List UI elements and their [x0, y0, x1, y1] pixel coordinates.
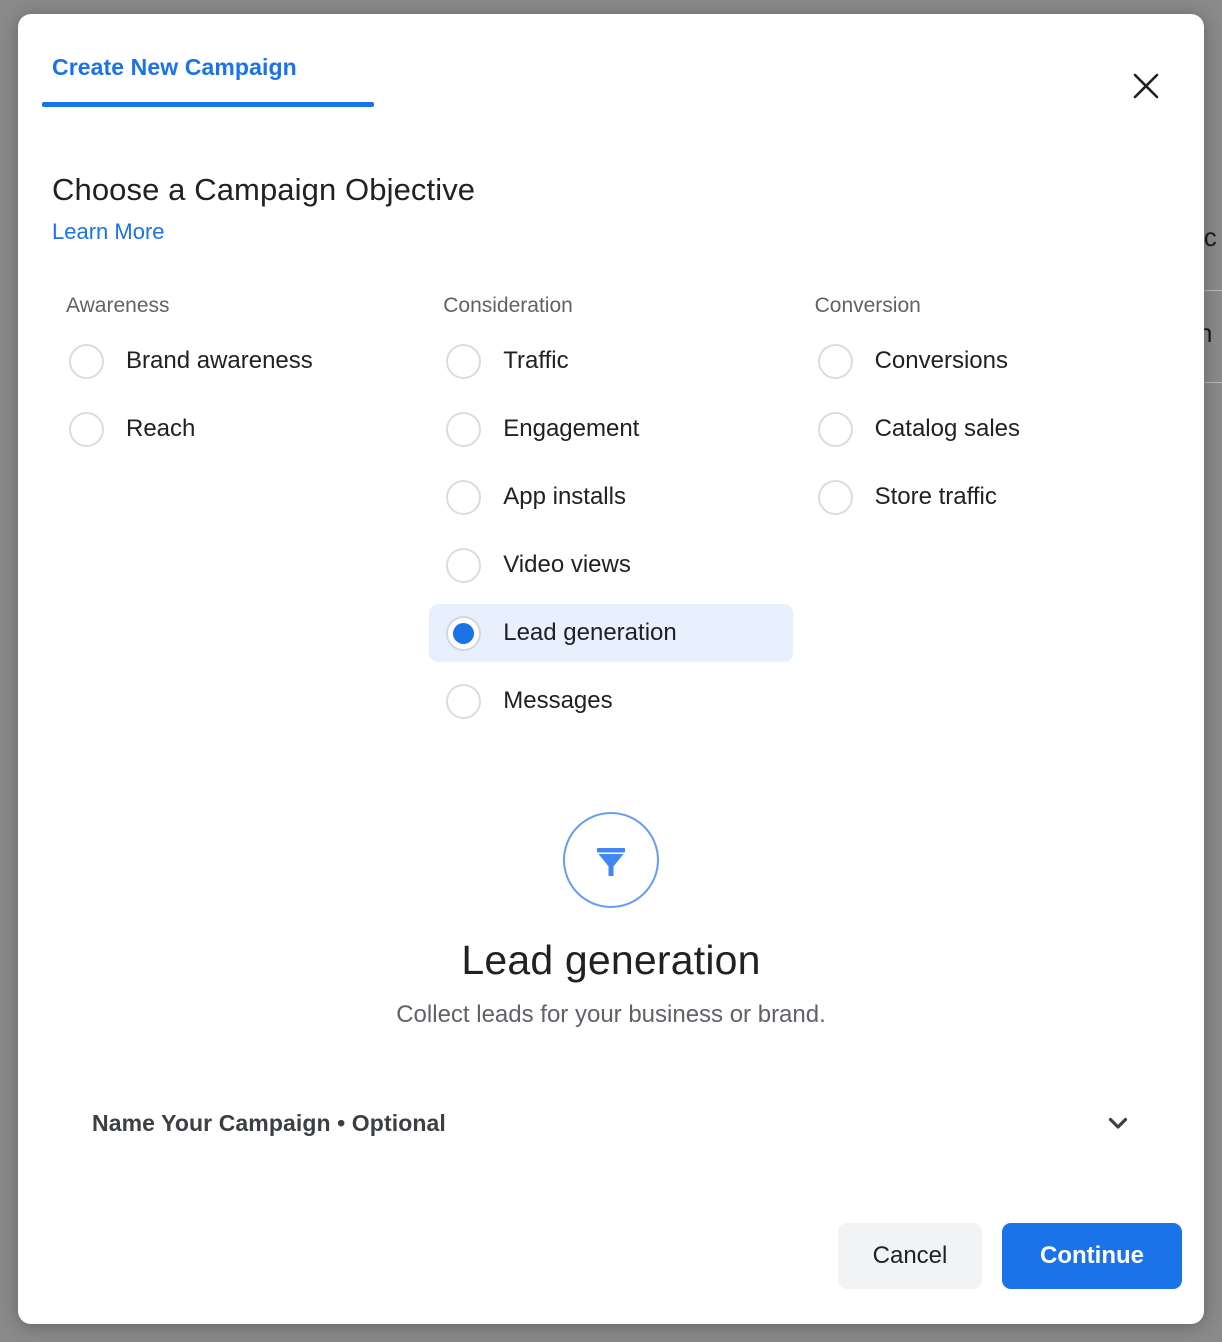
objective-option-brand-awareness[interactable]: Brand awareness: [52, 332, 416, 390]
funnel-icon: [597, 848, 625, 876]
radio-icon[interactable]: [446, 343, 482, 379]
name-campaign-label: Name Your Campaign • Optional: [92, 1109, 446, 1136]
objective-option-label: Reach: [126, 415, 196, 442]
objective-option-label: Brand awareness: [126, 347, 313, 374]
objective-option-label: Video views: [503, 551, 631, 578]
radio-icon[interactable]: [69, 343, 104, 379]
continue-button[interactable]: Continue: [1002, 1223, 1182, 1289]
radio-icon[interactable]: [446, 683, 482, 719]
close-button[interactable]: [1122, 62, 1170, 110]
funnel-icon-ring: [563, 812, 659, 908]
radio-icon-selected[interactable]: [446, 615, 482, 651]
cancel-button[interactable]: Cancel: [838, 1223, 982, 1289]
radio-icon[interactable]: [446, 547, 482, 583]
column-header-awareness: Awareness: [66, 294, 170, 317]
objective-option-app-installs[interactable]: App installs: [429, 468, 793, 526]
close-icon: [1133, 73, 1159, 99]
preview-title: Lead generation: [461, 937, 761, 983]
radio-icon[interactable]: [817, 411, 853, 447]
name-campaign-accordion[interactable]: Name Your Campaign • Optional: [52, 1093, 1170, 1153]
objective-option-video-views[interactable]: Video views: [429, 536, 793, 594]
radio-icon[interactable]: [69, 411, 104, 447]
objective-option-label: Lead generation: [503, 619, 677, 646]
radio-icon[interactable]: [817, 479, 853, 515]
column-header-consideration: Consideration: [443, 294, 573, 317]
column-header-conversion: Conversion: [814, 294, 921, 317]
dialog-body: Choose a Campaign Objective Learn More A…: [18, 106, 1204, 1188]
objective-option-label: Catalog sales: [874, 415, 1021, 442]
create-campaign-dialog: Create New Campaign Choose a Campaign Ob…: [18, 14, 1204, 1324]
objective-option-label: App installs: [503, 483, 626, 510]
objective-option-messages[interactable]: Messages: [429, 672, 793, 730]
objective-option-reach[interactable]: Reach: [52, 400, 416, 458]
objective-option-catalog-sales[interactable]: Catalog sales: [801, 400, 1165, 458]
dialog-footer: Cancel Continue: [18, 1188, 1204, 1324]
objective-option-label: Store traffic: [874, 483, 997, 510]
objective-preview: Lead generation Collect leads for your b…: [52, 812, 1170, 1029]
objective-option-engagement[interactable]: Engagement: [429, 400, 793, 458]
objective-column-conversion: Conversion Conversions Catalog sales Sto…: [801, 294, 1170, 740]
objective-option-traffic[interactable]: Traffic: [429, 332, 793, 390]
objective-option-label: Messages: [503, 687, 613, 714]
radio-icon[interactable]: [817, 343, 853, 379]
objective-option-label: Traffic: [503, 347, 569, 374]
objective-option-label: Engagement: [503, 415, 640, 442]
objective-column-awareness: Awareness Brand awareness Reach: [52, 294, 429, 740]
objective-option-label: Conversions: [874, 347, 1008, 374]
radio-icon[interactable]: [446, 411, 482, 447]
radio-icon[interactable]: [446, 479, 482, 515]
tab-create-new-campaign[interactable]: Create New Campaign: [52, 54, 297, 81]
page-title: Choose a Campaign Objective: [52, 172, 476, 207]
chevron-down-icon[interactable]: [1094, 1099, 1142, 1147]
objective-option-conversions[interactable]: Conversions: [801, 332, 1165, 390]
objective-option-lead-generation[interactable]: Lead generation: [429, 604, 794, 662]
dialog-header: Create New Campaign: [18, 14, 1204, 107]
objective-option-store-traffic[interactable]: Store traffic: [801, 468, 1165, 526]
objective-column-consideration: Consideration Traffic Engagement App ins…: [429, 294, 800, 740]
learn-more-link[interactable]: Learn More: [52, 219, 165, 245]
preview-description: Collect leads for your business or brand…: [396, 1001, 826, 1028]
objective-columns: Awareness Brand awareness Reach Consider…: [52, 294, 1170, 740]
